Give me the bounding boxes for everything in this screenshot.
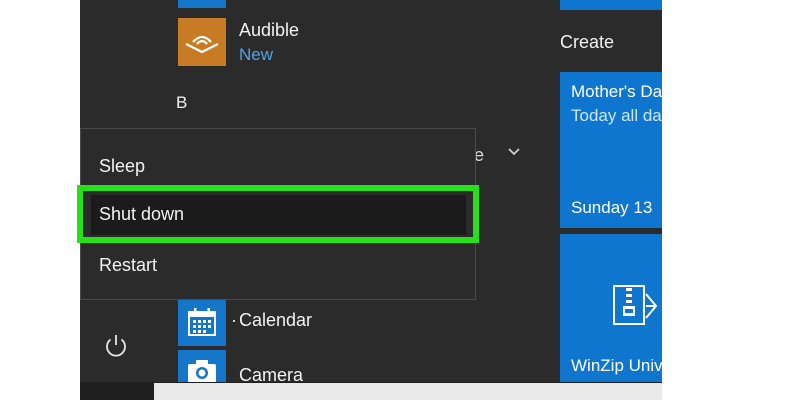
audible-tile[interactable]	[178, 18, 226, 66]
mothers-day-tile[interactable]: Mother's Day Today all day Sunday 13	[560, 72, 662, 228]
calendar-tile[interactable]	[178, 298, 226, 346]
app-name-calendar[interactable]: Calendar	[239, 310, 312, 331]
app-name-audible[interactable]: Audible	[239, 20, 299, 41]
winzip-tile-name: WinZip Universal	[571, 356, 662, 375]
live-tile-title: Mother's Day	[571, 82, 662, 101]
tile-top-stub[interactable]	[560, 0, 662, 10]
camera-icon	[188, 360, 216, 383]
highlight-box	[77, 185, 479, 243]
power-icon[interactable]	[102, 332, 130, 360]
live-tile-subtitle: Today all day	[571, 106, 662, 125]
group-header-b[interactable]: B	[176, 93, 187, 113]
menu-item-restart[interactable]: Restart	[99, 255, 157, 276]
calendar-prefix-mark: ·	[231, 310, 237, 330]
chevron-down-icon[interactable]	[506, 144, 522, 160]
live-tile-date: Sunday 13	[571, 198, 653, 217]
camera-tile[interactable]	[178, 350, 226, 384]
calendar-icon	[188, 308, 216, 336]
app-badge-new: New	[239, 45, 274, 64]
taskbar-search-box[interactable]	[154, 383, 662, 400]
winzip-tile[interactable]: WinZip Universal	[560, 234, 662, 384]
winzip-archive-icon	[613, 285, 658, 325]
audible-waves-icon	[185, 35, 219, 54]
app-tile-top-stub[interactable]	[178, 0, 226, 8]
tile-group-create[interactable]: Create	[560, 32, 614, 53]
power-menu: Sleep Shut down Restart	[77, 128, 479, 300]
menu-item-sleep[interactable]: Sleep	[99, 156, 145, 177]
